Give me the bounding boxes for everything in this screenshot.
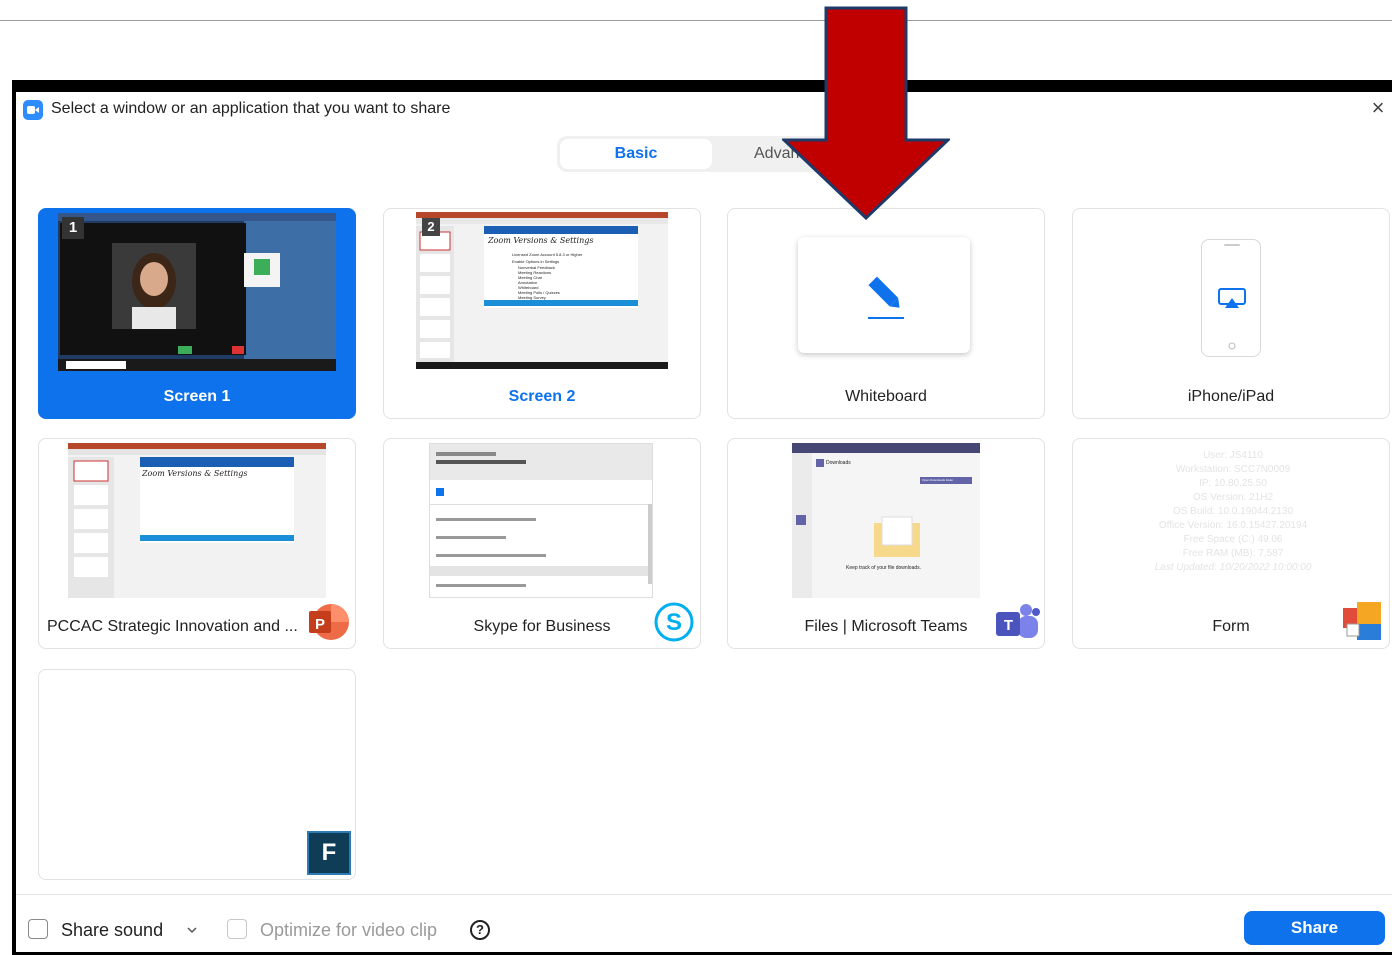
screen-1-preview	[58, 213, 336, 371]
close-icon[interactable]: ×	[1366, 96, 1390, 120]
slide-bullet: Enable Options in Settings	[512, 259, 560, 264]
powerpoint-preview	[68, 443, 326, 598]
form-thumbnail: User: JS4110 Workstation: SCC7N0009 IP: …	[1103, 449, 1363, 579]
teams-open-button: Open Downloads folder	[922, 478, 954, 482]
card-label: Skype for Business	[473, 618, 611, 635]
whiteboard-preview	[798, 237, 970, 353]
screen-2-thumbnail: Zoom Versions & Settings Licensed Zoom A…	[416, 212, 668, 369]
phone-preview	[1201, 239, 1261, 357]
form-info-line: Free Space (C:) 49.06	[1183, 534, 1283, 545]
share-dialog: Select a window or an application that y…	[16, 92, 1392, 952]
form-info-line: OS Version: 21H2	[1192, 492, 1274, 503]
f-app-icon: F	[307, 831, 351, 875]
form-info-line: Workstation: SCC7N0009	[1175, 464, 1291, 475]
screen-number-badge: 1	[62, 217, 84, 239]
share-sound-checkbox[interactable]	[28, 919, 48, 939]
form-info-line: Office Version: 16.0.15427.20194	[1158, 520, 1308, 531]
share-card-form[interactable]: User: JS4110 Workstation: SCC7N0009 IP: …	[1072, 438, 1390, 649]
skype-thumbnail	[429, 443, 653, 598]
red-arrow-annotation	[782, 6, 950, 220]
slide-title: Zoom Versions & Settings	[142, 469, 248, 478]
chevron-down-icon[interactable]	[186, 927, 198, 935]
slide-bullet: Meeting Survey	[518, 295, 546, 300]
title-bar: Select a window or an application that y…	[16, 92, 1392, 128]
form-info-line: OS Build: 10.0.19044.2130	[1172, 506, 1294, 517]
share-sound-label: Share sound	[61, 920, 164, 940]
form-info-line: IP: 10.80.25.50	[1199, 478, 1267, 489]
zoom-logo-icon	[23, 100, 43, 120]
teams-preview	[792, 443, 980, 598]
share-card-screen-2[interactable]: Zoom Versions & Settings Licensed Zoom A…	[383, 208, 701, 419]
card-label: Screen 1	[163, 388, 231, 405]
card-label: Form	[1212, 618, 1250, 635]
form-app-icon	[1343, 602, 1381, 640]
skype-icon: S	[654, 602, 694, 642]
optimize-video-checkbox[interactable]	[227, 919, 247, 939]
top-rule	[0, 20, 1392, 21]
card-label: Whiteboard	[845, 388, 927, 405]
share-card-f-app[interactable]: F	[38, 669, 356, 880]
pen-icon	[868, 276, 904, 319]
share-card-powerpoint[interactable]: Zoom Versions & Settings PCCAC Strategic…	[38, 438, 356, 649]
footer: Share sound Optimize for video clip ? Sh…	[16, 894, 1392, 952]
powerpoint-thumbnail: Zoom Versions & Settings	[68, 443, 326, 598]
screen-1-thumbnail: 1	[58, 213, 336, 371]
teams-icon-letter: T	[1003, 617, 1013, 634]
share-card-screen-1[interactable]: 1 Screen 1	[38, 208, 356, 419]
dialog-title: Select a window or an application that y…	[51, 100, 451, 117]
share-card-whiteboard[interactable]: Whiteboard	[727, 208, 1045, 419]
tab-basic[interactable]: Basic	[560, 139, 712, 169]
teams-caption: Keep track of your file downloads.	[846, 565, 922, 571]
card-label: iPhone/iPad	[1187, 388, 1275, 405]
card-label: Screen 2	[508, 388, 576, 405]
slide-title: Zoom Versions & Settings	[488, 236, 594, 245]
slide-bullet: Licensed Zoom Account 5.8.3 or Higher	[512, 252, 583, 257]
share-card-iphone-ipad[interactable]: iPhone/iPad	[1072, 208, 1390, 419]
powerpoint-icon-letter: P	[314, 616, 325, 633]
f-app-icon-letter: F	[321, 839, 337, 866]
share-card-skype[interactable]: Skype for Business S	[383, 438, 701, 649]
svg-text:S: S	[666, 609, 682, 636]
teams-thumbnail: Downloads Open Downloads folder Keep tra…	[792, 443, 980, 598]
help-icon[interactable]: ?	[470, 920, 490, 940]
share-button[interactable]: Share	[1244, 911, 1385, 945]
share-card-teams[interactable]: Downloads Open Downloads folder Keep tra…	[727, 438, 1045, 649]
teams-heading: Downloads	[826, 460, 851, 466]
airplay-icon	[1218, 244, 1246, 350]
card-label: PCCAC Strategic Innovation and ...	[47, 618, 298, 635]
skype-preview	[430, 444, 652, 587]
form-info-line: Free RAM (MB): 7,587	[1182, 548, 1284, 559]
form-info-line: Last Updated: 10/20/2022 10:00:00	[1154, 562, 1312, 573]
optimize-video-label: Optimize for video clip	[260, 920, 438, 940]
form-info-line: User: JS4110	[1203, 450, 1263, 461]
teams-icon	[996, 604, 1040, 638]
screen-number-badge: 2	[422, 218, 440, 236]
